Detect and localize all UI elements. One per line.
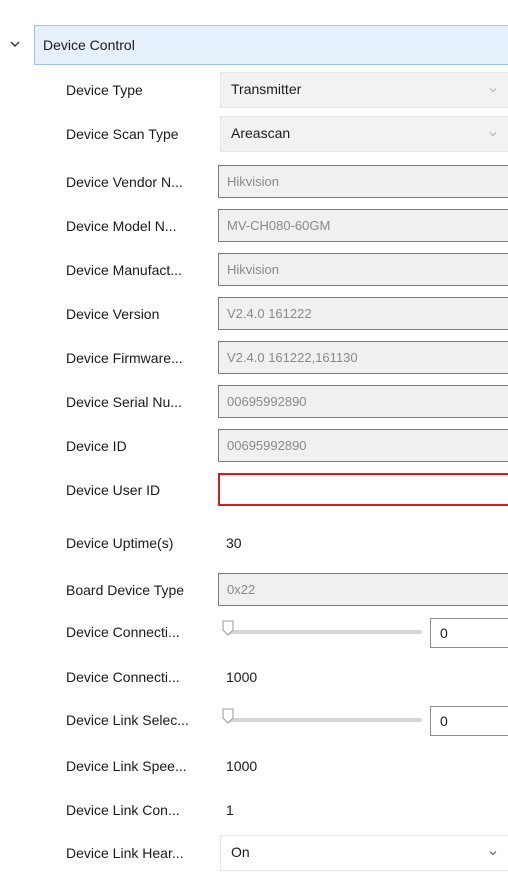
device-vendor-name-value: Hikvision <box>227 174 280 189</box>
device-link-heartbeat-value: On <box>231 844 250 860</box>
label-device-connection-selector: Device Connecti... <box>66 624 180 640</box>
row-device-manufacturer: Device Manufact... Hikvision <box>0 250 508 290</box>
label-device-uptime: Device Uptime(s) <box>66 535 174 551</box>
device-firmware-value: V2.4.0 161222,161130 <box>227 350 358 365</box>
device-scan-type-value: Areascan <box>231 125 291 141</box>
device-link-speed-value: 1000 <box>226 758 258 774</box>
row-device-firmware: Device Firmware... V2.4.0 161222,161130 <box>0 338 508 378</box>
row-device-vendor-name: Device Vendor N... Hikvision <box>0 162 508 202</box>
label-device-model-name: Device Model N... <box>66 218 177 234</box>
row-board-device-type: Board Device Type 0x22 <box>0 570 508 610</box>
dropdown-arrow-icon[interactable] <box>489 86 497 94</box>
dropdown-arrow-icon[interactable] <box>489 849 497 857</box>
row-device-link-speed: Device Link Spee... 1000 <box>0 746 508 786</box>
label-device-serial-number: Device Serial Nu... <box>66 394 182 410</box>
device-type-select[interactable]: Transmitter <box>220 72 508 108</box>
device-type-value: Transmitter <box>231 81 302 97</box>
device-connection-speed-value: 1000 <box>226 669 258 685</box>
label-device-user-id: Device User ID <box>66 482 161 498</box>
device-manufacturer-field: Hikvision <box>218 253 508 286</box>
row-device-user-id: Device User ID <box>0 470 508 510</box>
device-serial-number-field: 00695992890 <box>218 385 508 418</box>
device-model-name-field: MV-CH080-60GM <box>218 209 508 242</box>
row-device-model-name: Device Model N... MV-CH080-60GM <box>0 206 508 246</box>
row-device-type: Device Type Transmitter <box>0 70 508 110</box>
device-user-id-input[interactable] <box>218 473 508 506</box>
device-id-value: 00695992890 <box>227 438 307 453</box>
slider-thumb-icon[interactable] <box>222 708 234 724</box>
label-device-link-selector: Device Link Selec... <box>66 712 189 728</box>
label-board-device-type: Board Device Type <box>66 582 185 598</box>
row-device-link-connection-count: Device Link Con... 1 <box>0 790 508 830</box>
row-device-uptime: Device Uptime(s) 30 <box>0 523 508 563</box>
device-connection-number-input[interactable]: 0 <box>430 618 508 648</box>
row-device-connection-selector: Device Connecti... 0 <box>0 612 508 652</box>
label-device-id: Device ID <box>66 438 127 454</box>
label-device-scan-type: Device Scan Type <box>66 126 179 142</box>
device-vendor-name-field: Hikvision <box>218 165 508 198</box>
board-device-type-value: 0x22 <box>227 582 256 597</box>
device-manufacturer-value: Hikvision <box>227 262 280 277</box>
device-version-field: V2.4.0 161222 <box>218 297 508 330</box>
label-device-manufacturer: Device Manufact... <box>66 262 182 278</box>
row-device-id: Device ID 00695992890 <box>0 426 508 466</box>
label-device-version: Device Version <box>66 306 160 322</box>
device-connection-number-value: 0 <box>440 625 448 641</box>
section-header-device-control[interactable]: Device Control <box>0 25 508 65</box>
row-device-scan-type: Device Scan Type Areascan <box>0 114 508 154</box>
device-connection-slider-track[interactable] <box>226 630 422 634</box>
device-link-slider-track[interactable] <box>226 718 422 722</box>
slider-thumb-icon[interactable] <box>222 620 234 636</box>
label-device-firmware: Device Firmware... <box>66 350 183 366</box>
device-scan-type-select[interactable]: Areascan <box>220 116 508 152</box>
label-device-vendor-name: Device Vendor N... <box>66 174 183 190</box>
label-device-type: Device Type <box>66 82 143 98</box>
label-device-link-connection-count: Device Link Con... <box>66 802 180 818</box>
dropdown-arrow-icon[interactable] <box>489 130 497 138</box>
chevron-down-icon[interactable] <box>8 37 22 51</box>
label-device-link-heartbeat: Device Link Hear... <box>66 845 184 861</box>
row-device-version: Device Version V2.4.0 161222 <box>0 294 508 334</box>
row-device-serial-number: Device Serial Nu... 00695992890 <box>0 382 508 422</box>
device-serial-number-value: 00695992890 <box>227 394 307 409</box>
device-link-number-input[interactable]: 0 <box>430 706 508 736</box>
device-id-field: 00695992890 <box>218 429 508 462</box>
section-bar[interactable]: Device Control <box>34 25 508 65</box>
device-link-number-value: 0 <box>440 713 448 729</box>
row-device-link-selector: Device Link Selec... 0 <box>0 700 508 740</box>
section-title: Device Control <box>43 37 135 53</box>
device-version-value: V2.4.0 161222 <box>227 306 312 321</box>
device-firmware-field: V2.4.0 161222,161130 <box>218 341 508 374</box>
label-device-connection-speed: Device Connecti... <box>66 669 180 685</box>
device-link-connection-count-value: 1 <box>226 802 234 818</box>
row-device-connection-speed: Device Connecti... 1000 <box>0 657 508 697</box>
device-uptime-value: 30 <box>226 535 242 551</box>
label-device-link-speed: Device Link Spee... <box>66 758 187 774</box>
row-device-link-heartbeat: Device Link Hear... On <box>0 833 508 873</box>
device-model-name-value: MV-CH080-60GM <box>227 218 331 233</box>
board-device-type-field: 0x22 <box>218 573 508 606</box>
